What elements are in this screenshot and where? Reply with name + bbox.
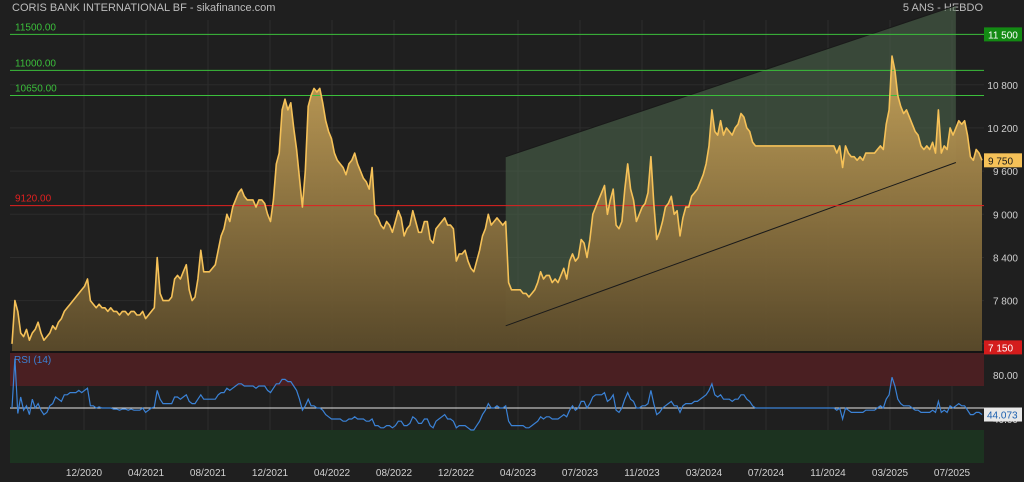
- rsi-overbought-zone: [10, 353, 984, 386]
- x-tick-label: 08/2022: [376, 468, 413, 479]
- level-label: 9120.00: [15, 194, 52, 205]
- x-tick-label: 07/2023: [562, 468, 599, 479]
- x-tick-label: 12/2020: [66, 468, 103, 479]
- y-tick-label: 8 400: [993, 253, 1018, 264]
- x-tick-label: 07/2024: [748, 468, 785, 479]
- x-tick-label: 12/2022: [438, 468, 475, 479]
- x-tick-label: 04/2021: [128, 468, 165, 479]
- x-tick-label: 04/2022: [314, 468, 351, 479]
- level-label: 11500.00: [15, 22, 56, 33]
- y-tick-label: 10 200: [987, 124, 1018, 135]
- x-tick-label: 11/2023: [624, 468, 660, 479]
- panel-divider: [10, 351, 984, 353]
- x-tick-label: 04/2023: [500, 468, 537, 479]
- rsi-oversold-zone: [10, 430, 984, 463]
- x-tick-label: 03/2025: [872, 468, 909, 479]
- x-tick-label: 12/2021: [252, 468, 289, 479]
- rsi-panel: [10, 353, 984, 463]
- rsi-badge-label: 44.073: [987, 411, 1018, 422]
- level-label: 10650.00: [15, 84, 57, 95]
- y-tick-label: 9 600: [993, 167, 1018, 178]
- y-axis-labels: 7 2007 8008 4009 0009 60010 20010 80040.…: [987, 81, 1018, 426]
- x-tick-label: 03/2024: [686, 468, 723, 479]
- y-tick-label: 7 800: [993, 297, 1018, 308]
- chart-title: CORIS BANK INTERNATIONAL BF - sikafinanc…: [12, 2, 275, 14]
- y-tick-label: 10 800: [987, 81, 1018, 92]
- y-tick-label: 9 000: [993, 210, 1018, 221]
- level-label: 11000.00: [15, 58, 56, 69]
- x-tick-label: 11/2024: [810, 468, 846, 479]
- price-badge-label: 11 500: [988, 30, 1018, 41]
- price-badge-label: 9 750: [988, 156, 1013, 167]
- x-tick-label: 07/2025: [934, 468, 971, 479]
- rsi-label: RSI (14): [14, 355, 51, 366]
- price-badge-label: 7 150: [988, 343, 1013, 354]
- x-tick-label: 08/2021: [190, 468, 227, 479]
- chart: CORIS BANK INTERNATIONAL BF - sikafinanc…: [0, 0, 1024, 482]
- rsi-tick-label: 80.00: [993, 371, 1018, 382]
- x-axis-labels: 12/2020 04/2021 08/2021 12/2021 04/2022 08/20…: [66, 468, 971, 479]
